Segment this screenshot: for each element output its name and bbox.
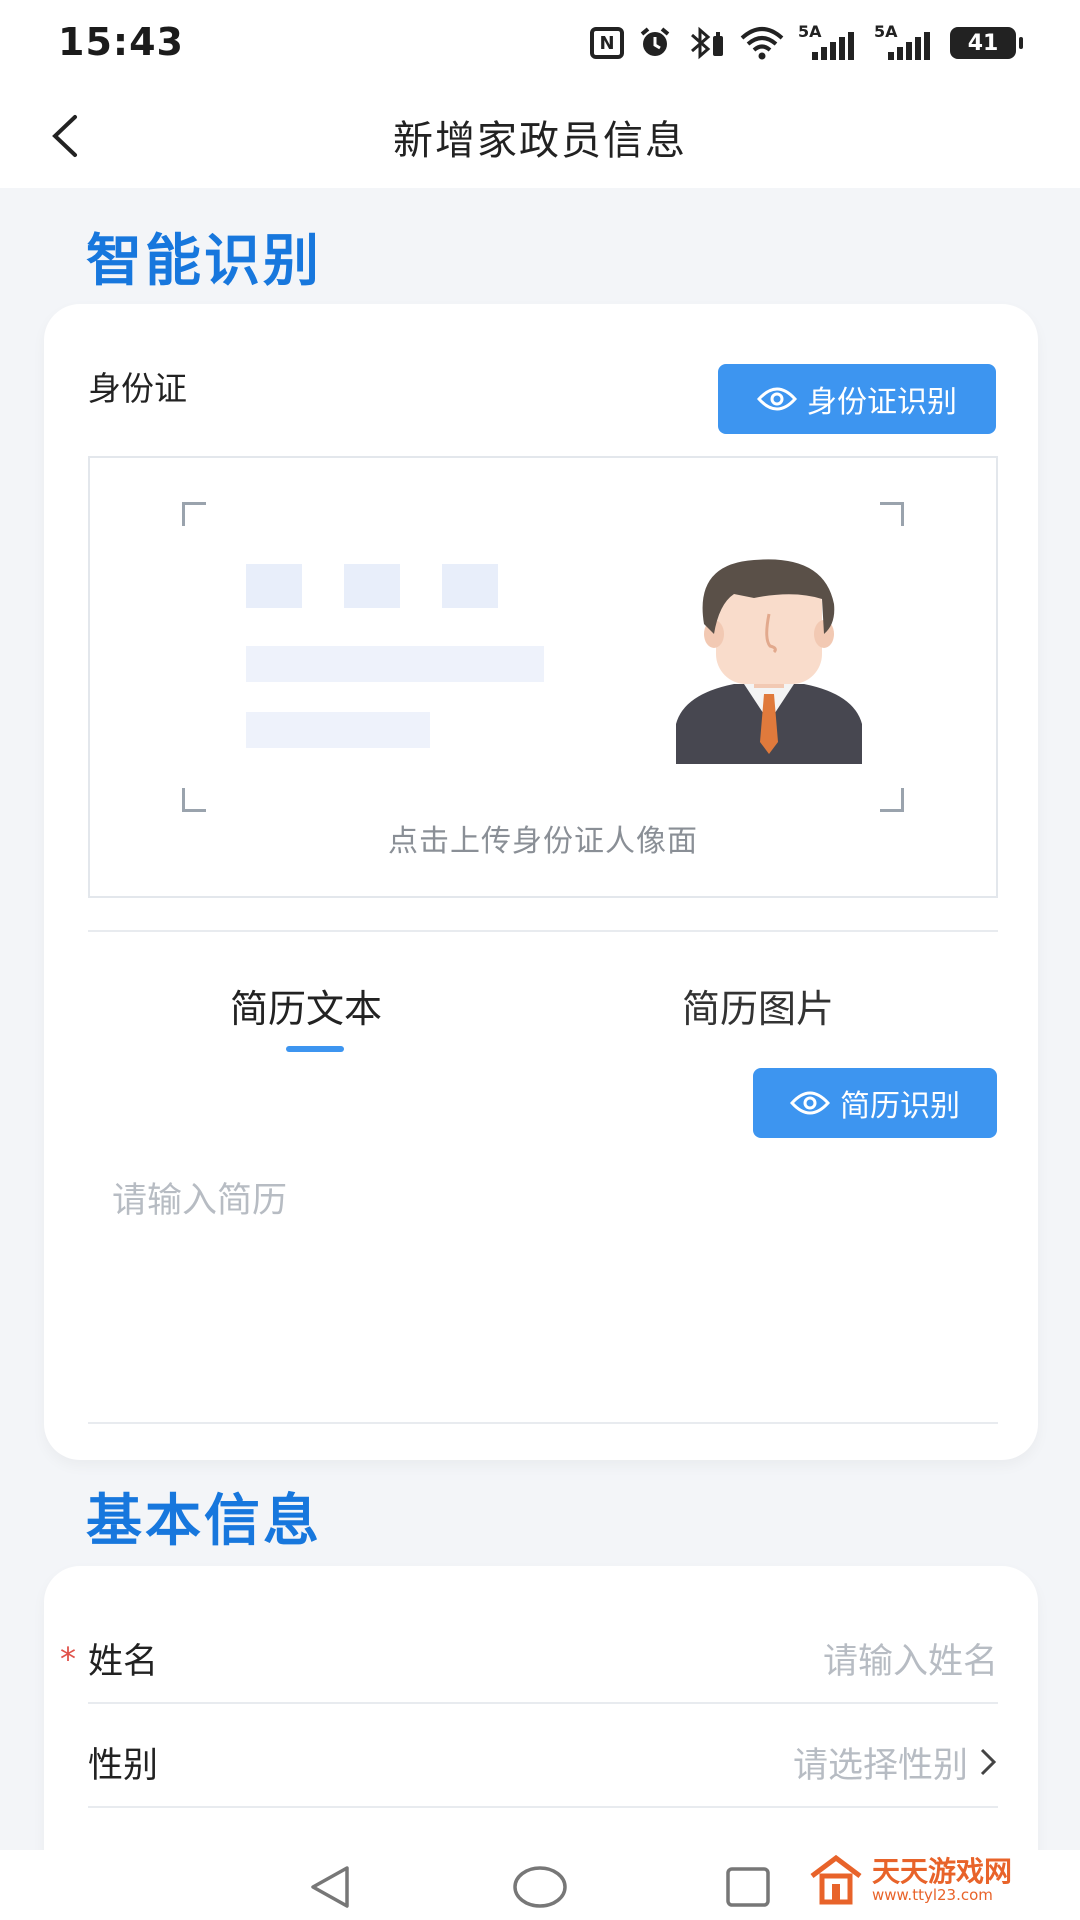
watermark-title: 天天游戏网 [872, 1855, 1013, 1888]
section-title-basic: 基本信息 [86, 1489, 322, 1554]
nav-recents-button[interactable] [718, 1862, 778, 1912]
nfc-icon: N [590, 27, 624, 59]
gender-select[interactable]: 请选择性别 [793, 1737, 998, 1788]
battery-icon: 41 [950, 27, 1023, 59]
active-tab-indicator [286, 1046, 344, 1052]
placeholder-block [246, 564, 302, 608]
eye-icon [757, 387, 797, 411]
placeholder-block [344, 564, 400, 608]
house-logo-icon [810, 1854, 862, 1905]
status-time: 15:43 [58, 20, 184, 64]
placeholder-line [246, 646, 544, 682]
gender-row[interactable]: 性别 请选择性别 [88, 1710, 998, 1814]
frame-corner [182, 788, 206, 812]
tab-resume-image[interactable]: 简历图片 [682, 978, 834, 1033]
placeholder-block [442, 564, 498, 608]
circle-home-icon [513, 1866, 567, 1908]
tab-resume-text[interactable]: 简历文本 [230, 978, 382, 1033]
frame-corner [880, 502, 904, 526]
eye-icon [790, 1091, 830, 1115]
divider [88, 930, 998, 932]
required-mark: * [60, 1640, 76, 1678]
id-recognize-label: 身份证识别 [807, 385, 957, 420]
resume-recognize-button[interactable]: 简历识别 [753, 1068, 997, 1138]
title-bar: 新增家政员信息 [0, 84, 1080, 188]
status-icons: N 5A 5A 41 [590, 22, 1023, 62]
resume-text-input[interactable] [88, 1158, 998, 1418]
square-recents-icon [726, 1867, 770, 1907]
divider [88, 1422, 998, 1424]
triangle-back-icon [311, 1866, 349, 1908]
page-title: 新增家政员信息 [393, 118, 687, 164]
name-input[interactable]: 请输入姓名 [823, 1633, 998, 1684]
upload-hint: 点击上传身份证人像面 [388, 824, 698, 859]
divider [88, 1702, 998, 1704]
smart-recognition-card: 身份证 身份证识别 点击上传身份证人像面 简历文本 简历图片 简历识别 请输入简… [44, 304, 1038, 1460]
gender-label: 性别 [88, 1745, 159, 1786]
name-label: 姓名 [88, 1641, 159, 1682]
placeholder-line [246, 712, 430, 748]
nav-back-button[interactable] [300, 1862, 360, 1912]
wifi-icon [740, 26, 784, 60]
gender-placeholder: 请选择性别 [792, 1745, 968, 1786]
watermark-url: www.ttyl23.com [872, 1886, 993, 1904]
chevron-right-icon [980, 1748, 997, 1776]
section-title-smart: 智能识别 [86, 229, 322, 294]
frame-corner [182, 502, 206, 526]
divider [88, 1806, 998, 1808]
status-bar: 15:43 N 5A 5A 41 [0, 0, 1080, 84]
nav-home-button[interactable] [510, 1862, 570, 1912]
bluetooth-icon [686, 26, 726, 60]
alarm-icon [638, 26, 672, 60]
id-card-label: 身份证 [88, 369, 187, 408]
name-row[interactable]: * 姓名 请输入姓名 [60, 1606, 998, 1710]
site-watermark: 天天游戏网 www.ttyl23.com [808, 1852, 1012, 1908]
signal-icon-1: 5A [798, 22, 860, 60]
resume-recognize-label: 简历识别 [840, 1089, 960, 1124]
id-recognize-button[interactable]: 身份证识别 [718, 364, 996, 434]
id-upload-area[interactable]: 点击上传身份证人像面 [88, 456, 998, 898]
portrait-icon [676, 559, 862, 764]
frame-corner [880, 788, 904, 812]
signal-icon-2: 5A [874, 22, 936, 60]
